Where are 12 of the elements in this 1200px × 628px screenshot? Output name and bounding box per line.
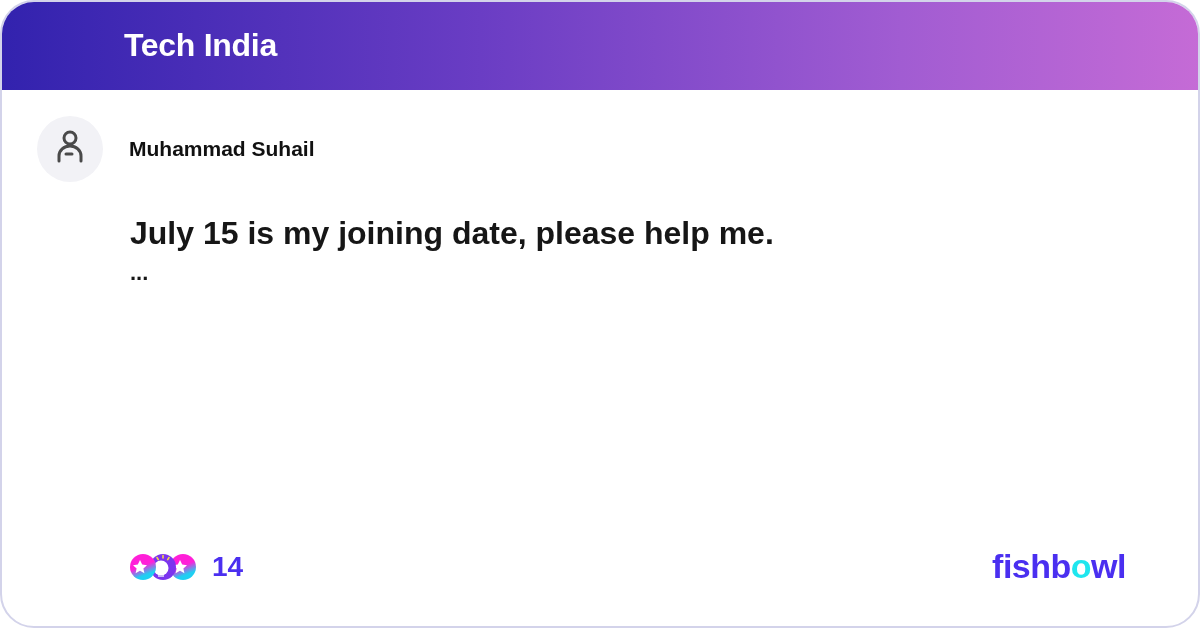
logo-text: o — [1070, 547, 1092, 586]
group-title: Tech India — [124, 26, 277, 64]
logo-text: wl — [1091, 547, 1126, 586]
logo-text: fishb — [992, 547, 1071, 586]
star-badge-icon — [130, 553, 156, 580]
person-icon — [37, 116, 103, 182]
star-badge-icon — [170, 553, 196, 580]
reaction-count: 14 — [212, 550, 244, 583]
more-ellipsis: ... — [130, 262, 149, 284]
post-text: July 15 is my joining date, please help me. — [130, 214, 774, 253]
bulb-badge-icon — [150, 553, 176, 580]
author-name: Muhammad Suhail — [129, 137, 315, 161]
